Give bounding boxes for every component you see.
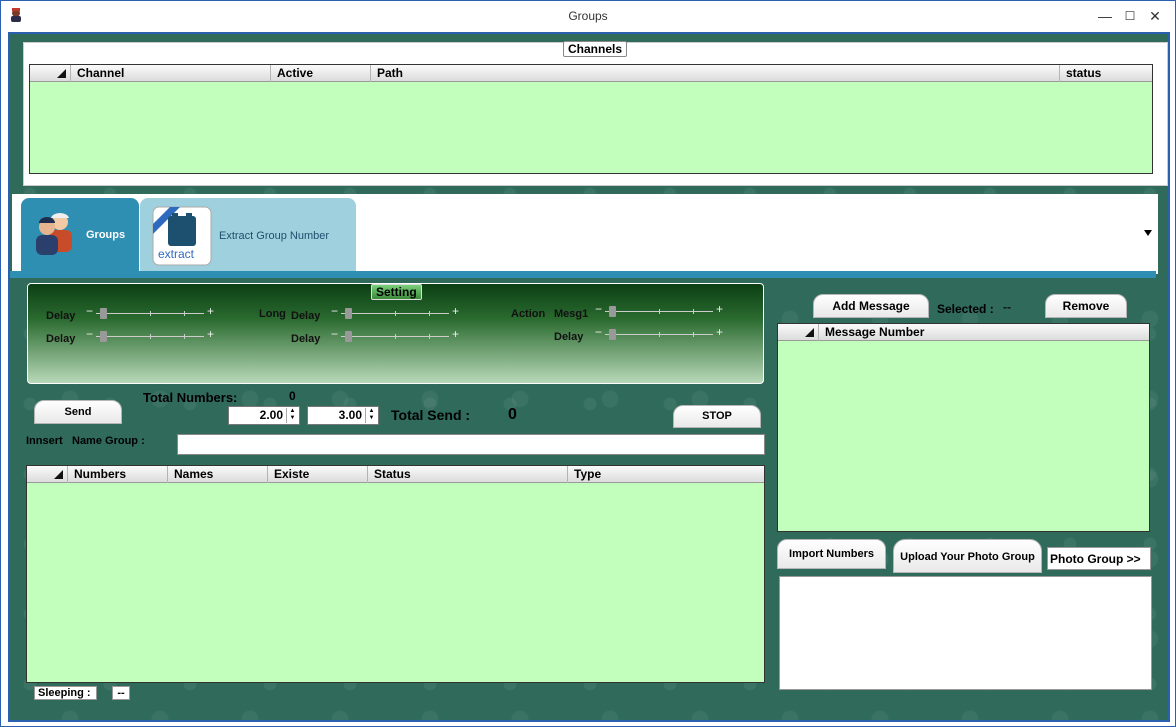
long-delay-label-1: Delay [291, 310, 321, 322]
total-send-value: 0 [508, 406, 517, 423]
long-delay-label-2: Delay [291, 333, 321, 345]
main-content: Channels Channel Active Path status Grou… [8, 32, 1170, 722]
tab-strip: Groups extract Extract Group Number [12, 194, 1158, 274]
delay-label-1: Delay [46, 310, 76, 322]
delay-slider-1[interactable]: − + [86, 304, 214, 320]
spinner-arrows-icon[interactable]: ▲ ▼ [365, 408, 377, 423]
col-channel[interactable]: Channel [70, 65, 270, 82]
channels-legend: Channels [563, 41, 628, 57]
title-bar[interactable]: Groups — ☐ ✕ [1, 1, 1175, 32]
sort-arrow-icon[interactable] [54, 470, 63, 479]
close-button[interactable]: ✕ [1143, 5, 1167, 27]
col-numbers[interactable]: Numbers [67, 466, 167, 483]
delay-max-value: 3.00 [338, 408, 362, 422]
mesg1-label: Mesg1 [554, 308, 589, 320]
tab-extract-label: Extract Group Number [219, 230, 330, 242]
tab-groups[interactable]: Groups [21, 198, 139, 272]
send-button[interactable]: Send [34, 400, 122, 424]
total-numbers-label: Total Numbers: [143, 390, 238, 405]
spinner-arrows-icon[interactable]: ▲ ▼ [286, 408, 298, 423]
tab-dropdown-icon[interactable] [1144, 230, 1152, 236]
minimize-button[interactable]: — [1093, 5, 1117, 27]
col-message-number[interactable]: Message Number [818, 324, 1149, 341]
action-delay-slider[interactable]: − + [595, 325, 723, 341]
slider-thumb[interactable] [609, 306, 616, 317]
name-group-label: Name Group : [72, 435, 145, 447]
stop-button[interactable]: STOP [673, 405, 761, 428]
channels-grid-header: Channel Active Path status [30, 65, 1152, 82]
long-label: Long [259, 308, 286, 320]
total-numbers-value: 0 [289, 389, 296, 403]
messages-grid[interactable]: Message Number [777, 323, 1150, 532]
slider-thumb[interactable] [100, 308, 107, 319]
users-icon [36, 212, 72, 255]
col-status[interactable]: Status [367, 466, 567, 483]
messages-grid-header: Message Number [778, 324, 1149, 341]
numbers-grid[interactable]: Numbers Names Existe Status Type [26, 465, 765, 683]
action-label: Action [511, 308, 546, 320]
app-window: Groups — ☐ ✕ Channels Channel Active Pat… [0, 0, 1176, 727]
long-delay-slider-2[interactable]: − + [331, 327, 459, 343]
delay-max-spinner[interactable]: 3.00 ▲ ▼ [307, 406, 379, 425]
sort-arrow-icon[interactable] [805, 328, 814, 337]
tab-underline [10, 271, 1156, 278]
selected-label: Selected : [937, 302, 994, 316]
mesg-slider[interactable]: − + [595, 302, 723, 318]
slider-thumb[interactable] [100, 331, 107, 342]
tab-extract-group-number[interactable]: extract Extract Group Number [140, 198, 356, 272]
window-title: Groups [568, 9, 608, 23]
slider-thumb[interactable] [345, 331, 352, 342]
sort-arrow-icon[interactable] [57, 69, 66, 78]
extract-icon-text: extract [158, 247, 195, 261]
channels-grid[interactable]: Channel Active Path status [29, 64, 1153, 174]
delay-min-value: 2.00 [259, 408, 283, 422]
col-status[interactable]: status [1059, 65, 1153, 82]
col-existe[interactable]: Existe [267, 466, 367, 483]
tab-groups-label: Groups [86, 229, 126, 241]
selected-value: -- [1003, 300, 1011, 314]
col-active[interactable]: Active [270, 65, 370, 82]
setting-panel: Setting Delay − + Delay − + Long Delay − + … [27, 283, 764, 384]
delay-min-spinner[interactable]: 2.00 ▲ ▼ [228, 406, 300, 425]
total-send-label: Total Send : [391, 407, 471, 423]
slider-thumb[interactable] [345, 308, 352, 319]
slider-thumb[interactable] [609, 329, 616, 340]
col-type[interactable]: Type [567, 466, 764, 483]
photo-preview-box[interactable] [779, 576, 1152, 690]
numbers-grid-header: Numbers Names Existe Status Type [27, 466, 764, 483]
delay-slider-2[interactable]: − + [86, 327, 214, 343]
delay-label-2: Delay [46, 333, 76, 345]
action-delay-label: Delay [554, 331, 584, 343]
remove-button[interactable]: Remove [1045, 294, 1127, 318]
long-delay-slider-1[interactable]: − + [331, 304, 459, 320]
upload-photo-group-button[interactable]: Upload Your Photo Group [893, 539, 1042, 573]
setting-legend: Setting [371, 284, 422, 300]
maximize-button[interactable]: ☐ [1118, 5, 1142, 27]
sleeping-label: Sleeping : [34, 686, 97, 700]
col-names[interactable]: Names [167, 466, 267, 483]
name-group-input[interactable] [177, 434, 765, 455]
col-path[interactable]: Path [370, 65, 1058, 82]
sleeping-value: -- [112, 686, 130, 700]
add-message-button[interactable]: Add Message [813, 294, 929, 318]
channels-panel: Channels Channel Active Path status [23, 41, 1168, 186]
photo-group-label: Photo Group >> [1047, 547, 1151, 570]
insert-label: Innsert [26, 435, 63, 447]
import-numbers-button[interactable]: Import Numbers [777, 539, 886, 569]
